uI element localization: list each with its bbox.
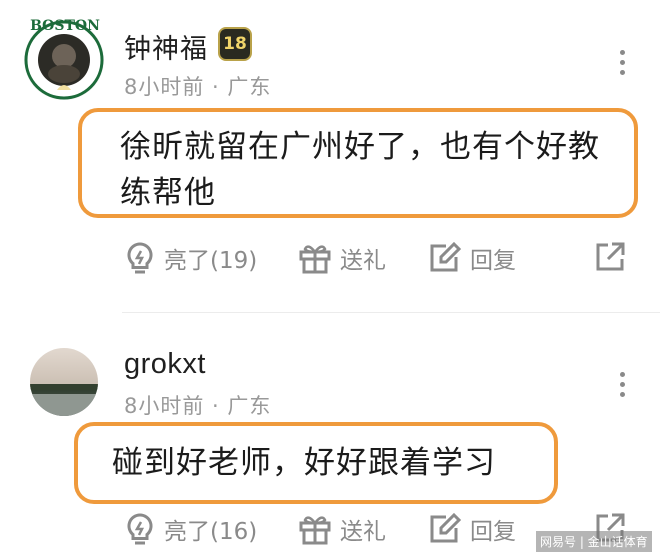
comment-text-line: 碰到好老师，好好跟着学习 <box>112 445 496 481</box>
like-button[interactable]: 亮了(16) <box>124 512 257 546</box>
comment-text-line: 徐昕就留在广州好了，也有个好教 <box>120 129 600 165</box>
more-options-icon[interactable] <box>612 372 632 397</box>
comment-text-box: 碰到好老师，好好跟着学习 <box>74 422 558 504</box>
gift-button[interactable]: 送礼 <box>298 512 386 546</box>
user-badge: 18 <box>218 27 252 61</box>
comment-text-line: 练帮他 <box>120 175 216 211</box>
gift-button[interactable]: 送礼 <box>298 241 386 275</box>
username[interactable]: grokxt <box>124 348 206 381</box>
comment-meta: 8小时前 · 广东 <box>124 75 272 99</box>
like-count: 亮了(16) <box>164 519 258 545</box>
avatar-logo-text: BOSTON <box>30 18 100 34</box>
lightbulb-icon <box>127 513 153 545</box>
reply-button[interactable]: 回复 <box>428 241 516 275</box>
like-count: 亮了(19) <box>164 248 258 274</box>
gift-label: 送礼 <box>340 519 386 545</box>
comment-actions: 亮了(19) 送礼 回复 <box>124 241 644 281</box>
reply-button[interactable]: 回复 <box>428 512 516 546</box>
edit-icon <box>430 513 462 543</box>
edit-icon <box>430 242 462 272</box>
landscape-avatar-icon <box>30 348 98 416</box>
gift-icon <box>299 245 331 274</box>
reply-label: 回复 <box>470 519 516 545</box>
gift-icon <box>299 516 331 545</box>
comment-meta: 8小时前 · 广东 <box>124 394 272 418</box>
gift-label: 送礼 <box>340 248 386 274</box>
reply-label: 回复 <box>470 248 516 274</box>
username[interactable]: 钟神福 <box>124 27 208 66</box>
share-button[interactable] <box>594 241 626 273</box>
watermark: 网易号 | 金山话体育 <box>536 531 652 552</box>
avatar[interactable] <box>30 348 98 416</box>
badge-number: 18 <box>223 34 247 54</box>
lightbulb-icon <box>127 242 153 274</box>
divider <box>122 312 660 313</box>
share-icon <box>596 242 625 271</box>
like-button[interactable]: 亮了(19) <box>124 241 257 275</box>
comment-text-box: 徐昕就留在广州好了，也有个好教 练帮他 <box>78 108 638 218</box>
more-options-icon[interactable] <box>612 50 632 75</box>
